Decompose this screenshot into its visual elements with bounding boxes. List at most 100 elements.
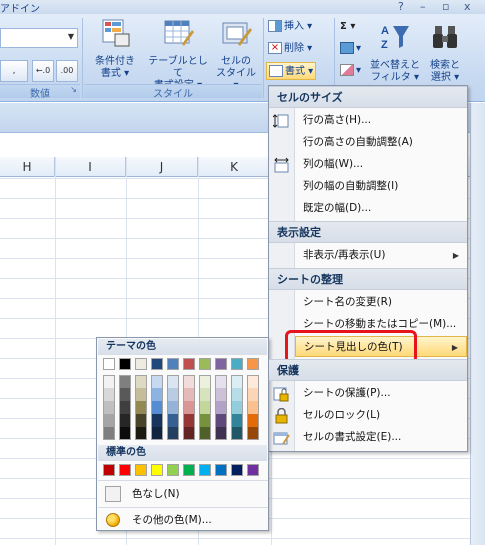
theme-shade-swatch[interactable] (103, 375, 115, 388)
standard-color-swatch[interactable] (247, 464, 259, 476)
column-header-j[interactable]: J (126, 157, 198, 177)
theme-shade-swatch[interactable] (151, 427, 163, 440)
theme-shade-swatch[interactable] (119, 427, 131, 440)
theme-shade-swatch[interactable] (167, 375, 179, 388)
autosum-button[interactable]: Σ ▾ (340, 18, 355, 36)
theme-shade-swatch[interactable] (151, 401, 163, 414)
format-cells-item[interactable]: セルの書式設定(E)... (295, 427, 467, 448)
theme-shade-swatch[interactable] (119, 401, 131, 414)
theme-color-swatch[interactable] (119, 358, 131, 370)
theme-color-swatch[interactable] (231, 358, 243, 370)
conditional-format-button[interactable]: 条件付き 書式 ▾ (86, 18, 144, 80)
theme-shade-swatch[interactable] (135, 427, 147, 440)
theme-shade-swatch[interactable] (231, 414, 243, 427)
theme-shade-swatch[interactable] (167, 401, 179, 414)
standard-color-swatch[interactable] (215, 464, 227, 476)
number-format-combo[interactable]: ▼ (0, 28, 78, 48)
theme-shade-swatch[interactable] (231, 427, 243, 440)
theme-shade-swatch[interactable] (247, 414, 259, 427)
rename-sheet-item[interactable]: シート名の変更(R) (295, 292, 467, 313)
theme-color-swatch[interactable] (151, 358, 163, 370)
theme-shade-swatch[interactable] (103, 427, 115, 440)
theme-color-swatch[interactable] (247, 358, 259, 370)
theme-shade-swatch[interactable] (215, 375, 227, 388)
column-header-h[interactable]: H (0, 157, 55, 177)
theme-color-swatch[interactable] (135, 358, 147, 370)
row-autofit-item[interactable]: 行の高さの自動調整(A) (295, 132, 467, 153)
theme-shade-swatch[interactable] (247, 401, 259, 414)
theme-shade-swatch[interactable] (167, 427, 179, 440)
standard-color-swatch[interactable] (151, 464, 163, 476)
theme-color-swatch[interactable] (199, 358, 211, 370)
help-icon[interactable]: ? (398, 0, 404, 13)
row-height-item[interactable]: 行の高さ(H)... (295, 110, 467, 131)
delete-button[interactable]: × 削除 ▾ (268, 40, 312, 58)
theme-shade-swatch[interactable] (231, 401, 243, 414)
theme-shade-swatch[interactable] (215, 427, 227, 440)
theme-shade-swatch[interactable] (103, 388, 115, 401)
standard-color-swatch[interactable] (103, 464, 115, 476)
theme-shade-swatch[interactable] (103, 401, 115, 414)
column-width-item[interactable]: 列の幅(W)... (295, 154, 467, 175)
theme-shade-swatch[interactable] (135, 375, 147, 388)
theme-shade-swatch[interactable] (215, 388, 227, 401)
theme-color-swatch[interactable] (167, 358, 179, 370)
theme-shade-swatch[interactable] (151, 414, 163, 427)
insert-button[interactable]: 挿入 ▾ (268, 18, 312, 36)
theme-shade-swatch[interactable] (119, 414, 131, 427)
standard-color-swatch[interactable] (183, 464, 195, 476)
dialog-launcher-icon[interactable]: ↘ (70, 85, 77, 94)
theme-shade-swatch[interactable] (151, 388, 163, 401)
theme-shade-swatch[interactable] (119, 375, 131, 388)
theme-shade-swatch[interactable] (199, 427, 211, 440)
theme-shade-swatch[interactable] (183, 414, 195, 427)
default-width-item[interactable]: 既定の幅(D)... (295, 198, 467, 219)
standard-color-swatch[interactable] (231, 464, 243, 476)
column-autofit-item[interactable]: 列の幅の自動調整(I) (295, 176, 467, 197)
theme-shade-swatch[interactable] (215, 401, 227, 414)
decrease-decimal-button[interactable]: .00 →.0 (56, 60, 78, 95)
standard-color-swatch[interactable] (119, 464, 131, 476)
theme-shade-swatch[interactable] (199, 414, 211, 427)
theme-shade-swatch[interactable] (103, 414, 115, 427)
theme-shade-swatch[interactable] (247, 375, 259, 388)
theme-shade-swatch[interactable] (247, 427, 259, 440)
sort-filter-button[interactable]: A Z 並べ替えと フィルタ ▾ (370, 18, 420, 84)
theme-shade-swatch[interactable] (215, 414, 227, 427)
theme-shade-swatch[interactable] (135, 388, 147, 401)
vertical-scrollbar[interactable] (470, 103, 485, 545)
theme-shade-swatch[interactable] (183, 427, 195, 440)
theme-shade-swatch[interactable] (231, 388, 243, 401)
column-header-i[interactable]: I (55, 157, 126, 177)
protect-sheet-item[interactable]: シートの保護(P)... (295, 383, 467, 404)
theme-color-swatch[interactable] (215, 358, 227, 370)
restore-icon[interactable]: ▫ (442, 0, 449, 13)
more-colors-item[interactable]: その他の色(M)... (98, 510, 268, 530)
theme-shade-swatch[interactable] (199, 401, 211, 414)
theme-shade-swatch[interactable] (119, 388, 131, 401)
theme-color-swatch[interactable] (183, 358, 195, 370)
theme-shade-swatch[interactable] (183, 375, 195, 388)
format-button[interactable]: 書式 ▾ (266, 62, 317, 80)
lock-cell-item[interactable]: セルのロック(L) (295, 405, 467, 426)
increase-decimal-button[interactable]: ←.0 .00 (32, 60, 54, 95)
theme-shade-swatch[interactable] (167, 388, 179, 401)
standard-color-swatch[interactable] (199, 464, 211, 476)
comma-style-button[interactable]: , (0, 60, 28, 82)
fill-button[interactable]: ▾ (340, 40, 361, 58)
theme-shade-swatch[interactable] (247, 388, 259, 401)
format-as-table-button[interactable]: テーブルとして 書式設定 ▾ (144, 18, 212, 92)
clear-button[interactable]: ▾ (340, 62, 361, 80)
theme-color-swatch[interactable] (103, 358, 115, 370)
standard-color-swatch[interactable] (167, 464, 179, 476)
theme-shade-swatch[interactable] (167, 414, 179, 427)
column-header-k[interactable]: K (198, 157, 271, 177)
theme-shade-swatch[interactable] (183, 401, 195, 414)
find-select-button[interactable]: 検索と 選択 ▾ (422, 18, 468, 84)
theme-shade-swatch[interactable] (183, 388, 195, 401)
minimize-icon[interactable]: – (420, 0, 426, 13)
theme-shade-swatch[interactable] (231, 375, 243, 388)
no-color-item[interactable]: 色なし(N) (98, 484, 268, 504)
hide-unhide-item[interactable]: 非表示/再表示(U) ▶ (295, 245, 467, 266)
theme-shade-swatch[interactable] (135, 414, 147, 427)
